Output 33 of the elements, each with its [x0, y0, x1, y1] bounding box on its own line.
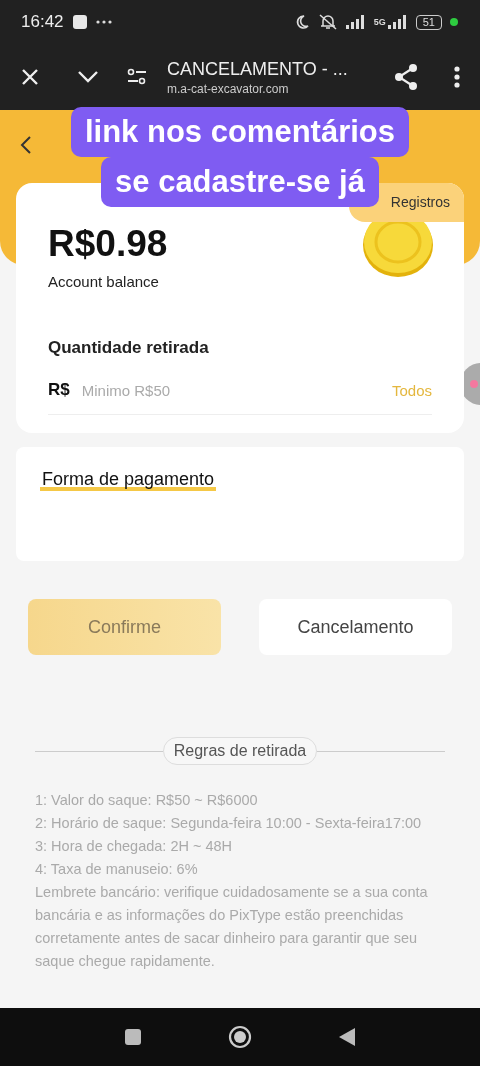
balance-amount: R$0.98: [48, 223, 168, 265]
balance-label: Account balance: [48, 273, 160, 290]
back-nav-icon[interactable]: [338, 1027, 356, 1047]
amount-field[interactable]: Minimo R$50: [79, 380, 392, 400]
muted-bell-icon: [317, 13, 338, 31]
share-icon[interactable]: [394, 64, 418, 90]
more-notifications-icon: [95, 20, 112, 24]
payment-title: Forma de pagamento: [40, 469, 217, 491]
status-time: 16:42: [21, 12, 64, 32]
close-icon[interactable]: [20, 67, 40, 87]
signal-icon: [387, 15, 408, 29]
app-notification-icon: [71, 14, 88, 30]
more-icon[interactable]: [454, 66, 460, 88]
rules-title: Regras de retirada: [162, 737, 318, 765]
currency-symbol: R$: [48, 380, 70, 400]
cancel-button[interactable]: Cancelamento: [259, 599, 452, 655]
rule-text: 4: Taxa de manuseio: 6%: [35, 860, 199, 879]
battery-level: 51: [415, 14, 442, 30]
withdraw-amount-label: Quantidade retirada: [48, 338, 210, 358]
rule-text: 3: Hora de chegada: 2H ~ 48H: [35, 837, 234, 856]
recents-icon[interactable]: [124, 1028, 142, 1046]
chevron-down-icon[interactable]: [77, 70, 99, 84]
status-dot-icon: [450, 18, 458, 26]
page-title: CANCELAMENTO - ...: [167, 58, 349, 80]
signal-icon: [345, 15, 366, 29]
network-type: 5G: [373, 17, 386, 27]
rule-text: Lembrete bancário: verifique cuidadosamente se a sua conta bancária e as informações do PixType estão preenchidas corretamente antes de sacar dinheiro para garantir que seu saque chegue rapidamente.: [35, 883, 429, 971]
back-icon[interactable]: [20, 135, 32, 155]
home-icon[interactable]: [228, 1025, 252, 1049]
rule-text: 2: Horário de saque: Segunda-feira 10:00 - Sexta-feira17:00: [35, 814, 423, 833]
settings-icon[interactable]: [127, 68, 147, 86]
rule-text: 1: Valor do saque: R$50 ~ R$6000: [35, 791, 259, 810]
page-url[interactable]: m.a-cat-excavator.com: [167, 81, 394, 96]
